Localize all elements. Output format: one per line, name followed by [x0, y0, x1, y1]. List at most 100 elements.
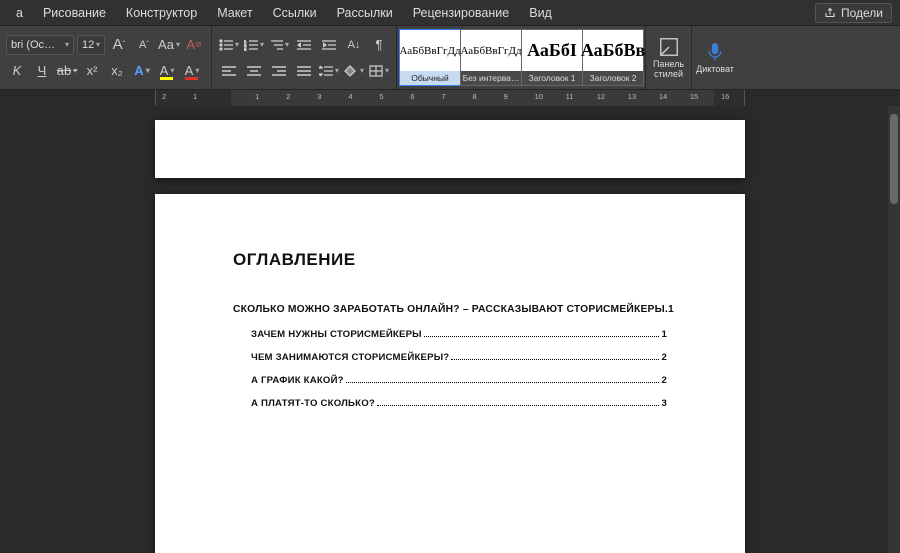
grow-font-button[interactable]: Aˆ	[108, 34, 130, 56]
underline-button[interactable]: Ч	[31, 60, 53, 82]
increase-indent-button[interactable]	[318, 34, 340, 56]
toc-entry[interactable]: А ГРАФИК КАКОЙ?2	[233, 375, 667, 386]
borders-button[interactable]	[368, 60, 390, 82]
styles-pane-label: Панель стилей	[653, 60, 684, 79]
toc-page-number: 2	[661, 375, 667, 386]
ruler-tick: 1	[193, 92, 197, 101]
change-case-button[interactable]: Aa	[158, 34, 180, 56]
font-color-button[interactable]: A	[181, 60, 203, 82]
menu-item[interactable]: Вид	[519, 0, 562, 25]
bullets-button[interactable]	[218, 34, 240, 56]
clear-format-label: A	[186, 37, 195, 52]
style-preview: АаБбI	[522, 30, 582, 71]
style-tile[interactable]: АаБбВвГгДдБез интерва…	[460, 29, 522, 86]
justify-button[interactable]	[293, 60, 315, 82]
menu-item[interactable]: Ссылки	[263, 0, 327, 25]
toc-entry[interactable]: ЧЕМ ЗАНИМАЮТСЯ СТОРИСМЕЙКЕРЫ? 2	[233, 352, 667, 363]
scrollbar-thumb[interactable]	[890, 114, 898, 204]
toc-entry[interactable]: А ПЛАТЯТ-ТО СКОЛЬКО?3	[233, 398, 667, 409]
sort-button[interactable]: A↓	[343, 34, 365, 56]
font-name-value: bri (Ос…	[11, 39, 55, 51]
highlight-button[interactable]: A	[156, 60, 178, 82]
page[interactable]: ОГЛАВЛЕНИЕ СКОЛЬКО МОЖНО ЗАРАБОТАТЬ ОНЛА…	[155, 194, 745, 553]
shading-button[interactable]	[343, 60, 365, 82]
align-right-button[interactable]	[268, 60, 290, 82]
font-size-select[interactable]: 12 ▾	[77, 35, 105, 55]
style-preview: АаБбВвГгДд	[461, 30, 521, 71]
horizontal-ruler[interactable]: 2112345678910111213141516	[155, 90, 745, 106]
clear-formatting-button[interactable]: A⊘	[183, 34, 205, 56]
superscript-button[interactable]: x²	[81, 60, 103, 82]
align-left-button[interactable]	[218, 60, 240, 82]
menu-item[interactable]: Рецензирование	[403, 0, 520, 25]
menubar-spacer	[562, 0, 813, 25]
toc-page-number: 1	[668, 304, 674, 315]
text-effects-button[interactable]: A	[131, 60, 153, 82]
toc-page-number: 2	[661, 352, 667, 363]
style-preview: АаБбВвГгДд	[400, 30, 460, 71]
numbering-button[interactable]: 123	[243, 34, 265, 56]
menu-item[interactable]: Макет	[207, 0, 262, 25]
ruler-tick: 8	[473, 92, 477, 101]
style-tile[interactable]: АаБбВвЗаголовок 2	[582, 29, 644, 86]
vertical-scrollbar[interactable]	[888, 106, 900, 553]
pilcrow-button[interactable]: ¶	[368, 34, 390, 56]
toc-entry-text: ЗАЧЕМ НУЖНЫ СТОРИСМЕЙКЕРЫ	[251, 329, 422, 340]
toc-entry-text: ЧЕМ ЗАНИМАЮТСЯ СТОРИСМЕЙКЕРЫ?	[251, 352, 449, 363]
share-button[interactable]: Подели	[815, 3, 892, 23]
svg-text:3: 3	[244, 47, 247, 51]
styles-pane-button[interactable]: Панель стилей	[646, 26, 692, 89]
ruler-tick: 16	[721, 92, 729, 101]
style-label: Без интерва…	[461, 71, 521, 85]
document-area: ОГЛАВЛЕНИЕ СКОЛЬКО МОЖНО ЗАРАБОТАТЬ ОНЛА…	[0, 106, 900, 553]
texteff-label: A	[134, 63, 143, 78]
shrink-font-button[interactable]: Aˇ	[133, 34, 155, 56]
align-center-button[interactable]	[243, 60, 265, 82]
style-label: Обычный	[400, 71, 460, 85]
ruler-tick: 14	[659, 92, 667, 101]
ruler-area: 2112345678910111213141516	[0, 90, 900, 106]
font-name-select[interactable]: bri (Ос… ▾	[6, 35, 74, 55]
menu-item[interactable]: Рисование	[33, 0, 116, 25]
strike-button[interactable]: ab	[56, 60, 78, 82]
sort-label: A↓	[348, 39, 361, 51]
toc-entry[interactable]: СКОЛЬКО МОЖНО ЗАРАБОТАТЬ ОНЛАЙН? – РАССК…	[233, 304, 667, 315]
share-label: Подели	[841, 6, 883, 20]
styles-pane-icon	[658, 36, 680, 58]
page-previous-bottom[interactable]	[155, 120, 745, 178]
ruler-tick: 10	[535, 92, 543, 101]
style-label: Заголовок 2	[583, 71, 643, 85]
toc-leader	[424, 336, 660, 337]
ruler-tick: 4	[348, 92, 352, 101]
menu-item[interactable]: Конструктор	[116, 0, 207, 25]
menu-item[interactable]: а	[6, 0, 33, 25]
decrease-indent-button[interactable]	[293, 34, 315, 56]
ruler-tick: 7	[441, 92, 445, 101]
italic-button[interactable]: K	[6, 60, 28, 82]
chevron-down-icon: ▾	[96, 40, 100, 49]
microphone-icon	[704, 41, 726, 63]
toc-entry-text: А ПЛАТЯТ-ТО СКОЛЬКО?	[251, 398, 375, 409]
style-tile[interactable]: АаБбВвГгДдОбычный	[399, 29, 461, 86]
toc-entry[interactable]: ЗАЧЕМ НУЖНЫ СТОРИСМЕЙКЕРЫ1	[233, 329, 667, 340]
ruler-tick: 15	[690, 92, 698, 101]
style-label: Заголовок 1	[522, 71, 582, 85]
ruler-tick: 2	[286, 92, 290, 101]
subscript-button[interactable]: x₂	[106, 60, 128, 82]
ruler-tick: 9	[504, 92, 508, 101]
toc-leader	[451, 359, 659, 360]
line-spacing-button[interactable]	[318, 60, 340, 82]
font-size-value: 12	[82, 39, 94, 51]
table-of-contents: СКОЛЬКО МОЖНО ЗАРАБОТАТЬ ОНЛАЙН? – РАССК…	[233, 304, 667, 409]
styles-gallery: АаБбВвГгДдОбычныйАаБбВвГгДдБез интерва…А…	[397, 26, 646, 89]
grow-font-label: A	[113, 36, 123, 53]
highlight-swatch	[160, 77, 173, 80]
fontcolor-swatch	[185, 77, 198, 80]
dictate-button[interactable]: Диктоват	[692, 26, 738, 89]
change-case-label: Aa	[158, 37, 174, 52]
ruler-tick: 12	[597, 92, 605, 101]
menu-item[interactable]: Рассылки	[327, 0, 403, 25]
multilevel-button[interactable]	[268, 34, 290, 56]
ruler-tick: 1	[255, 92, 259, 101]
style-tile[interactable]: АаБбIЗаголовок 1	[521, 29, 583, 86]
